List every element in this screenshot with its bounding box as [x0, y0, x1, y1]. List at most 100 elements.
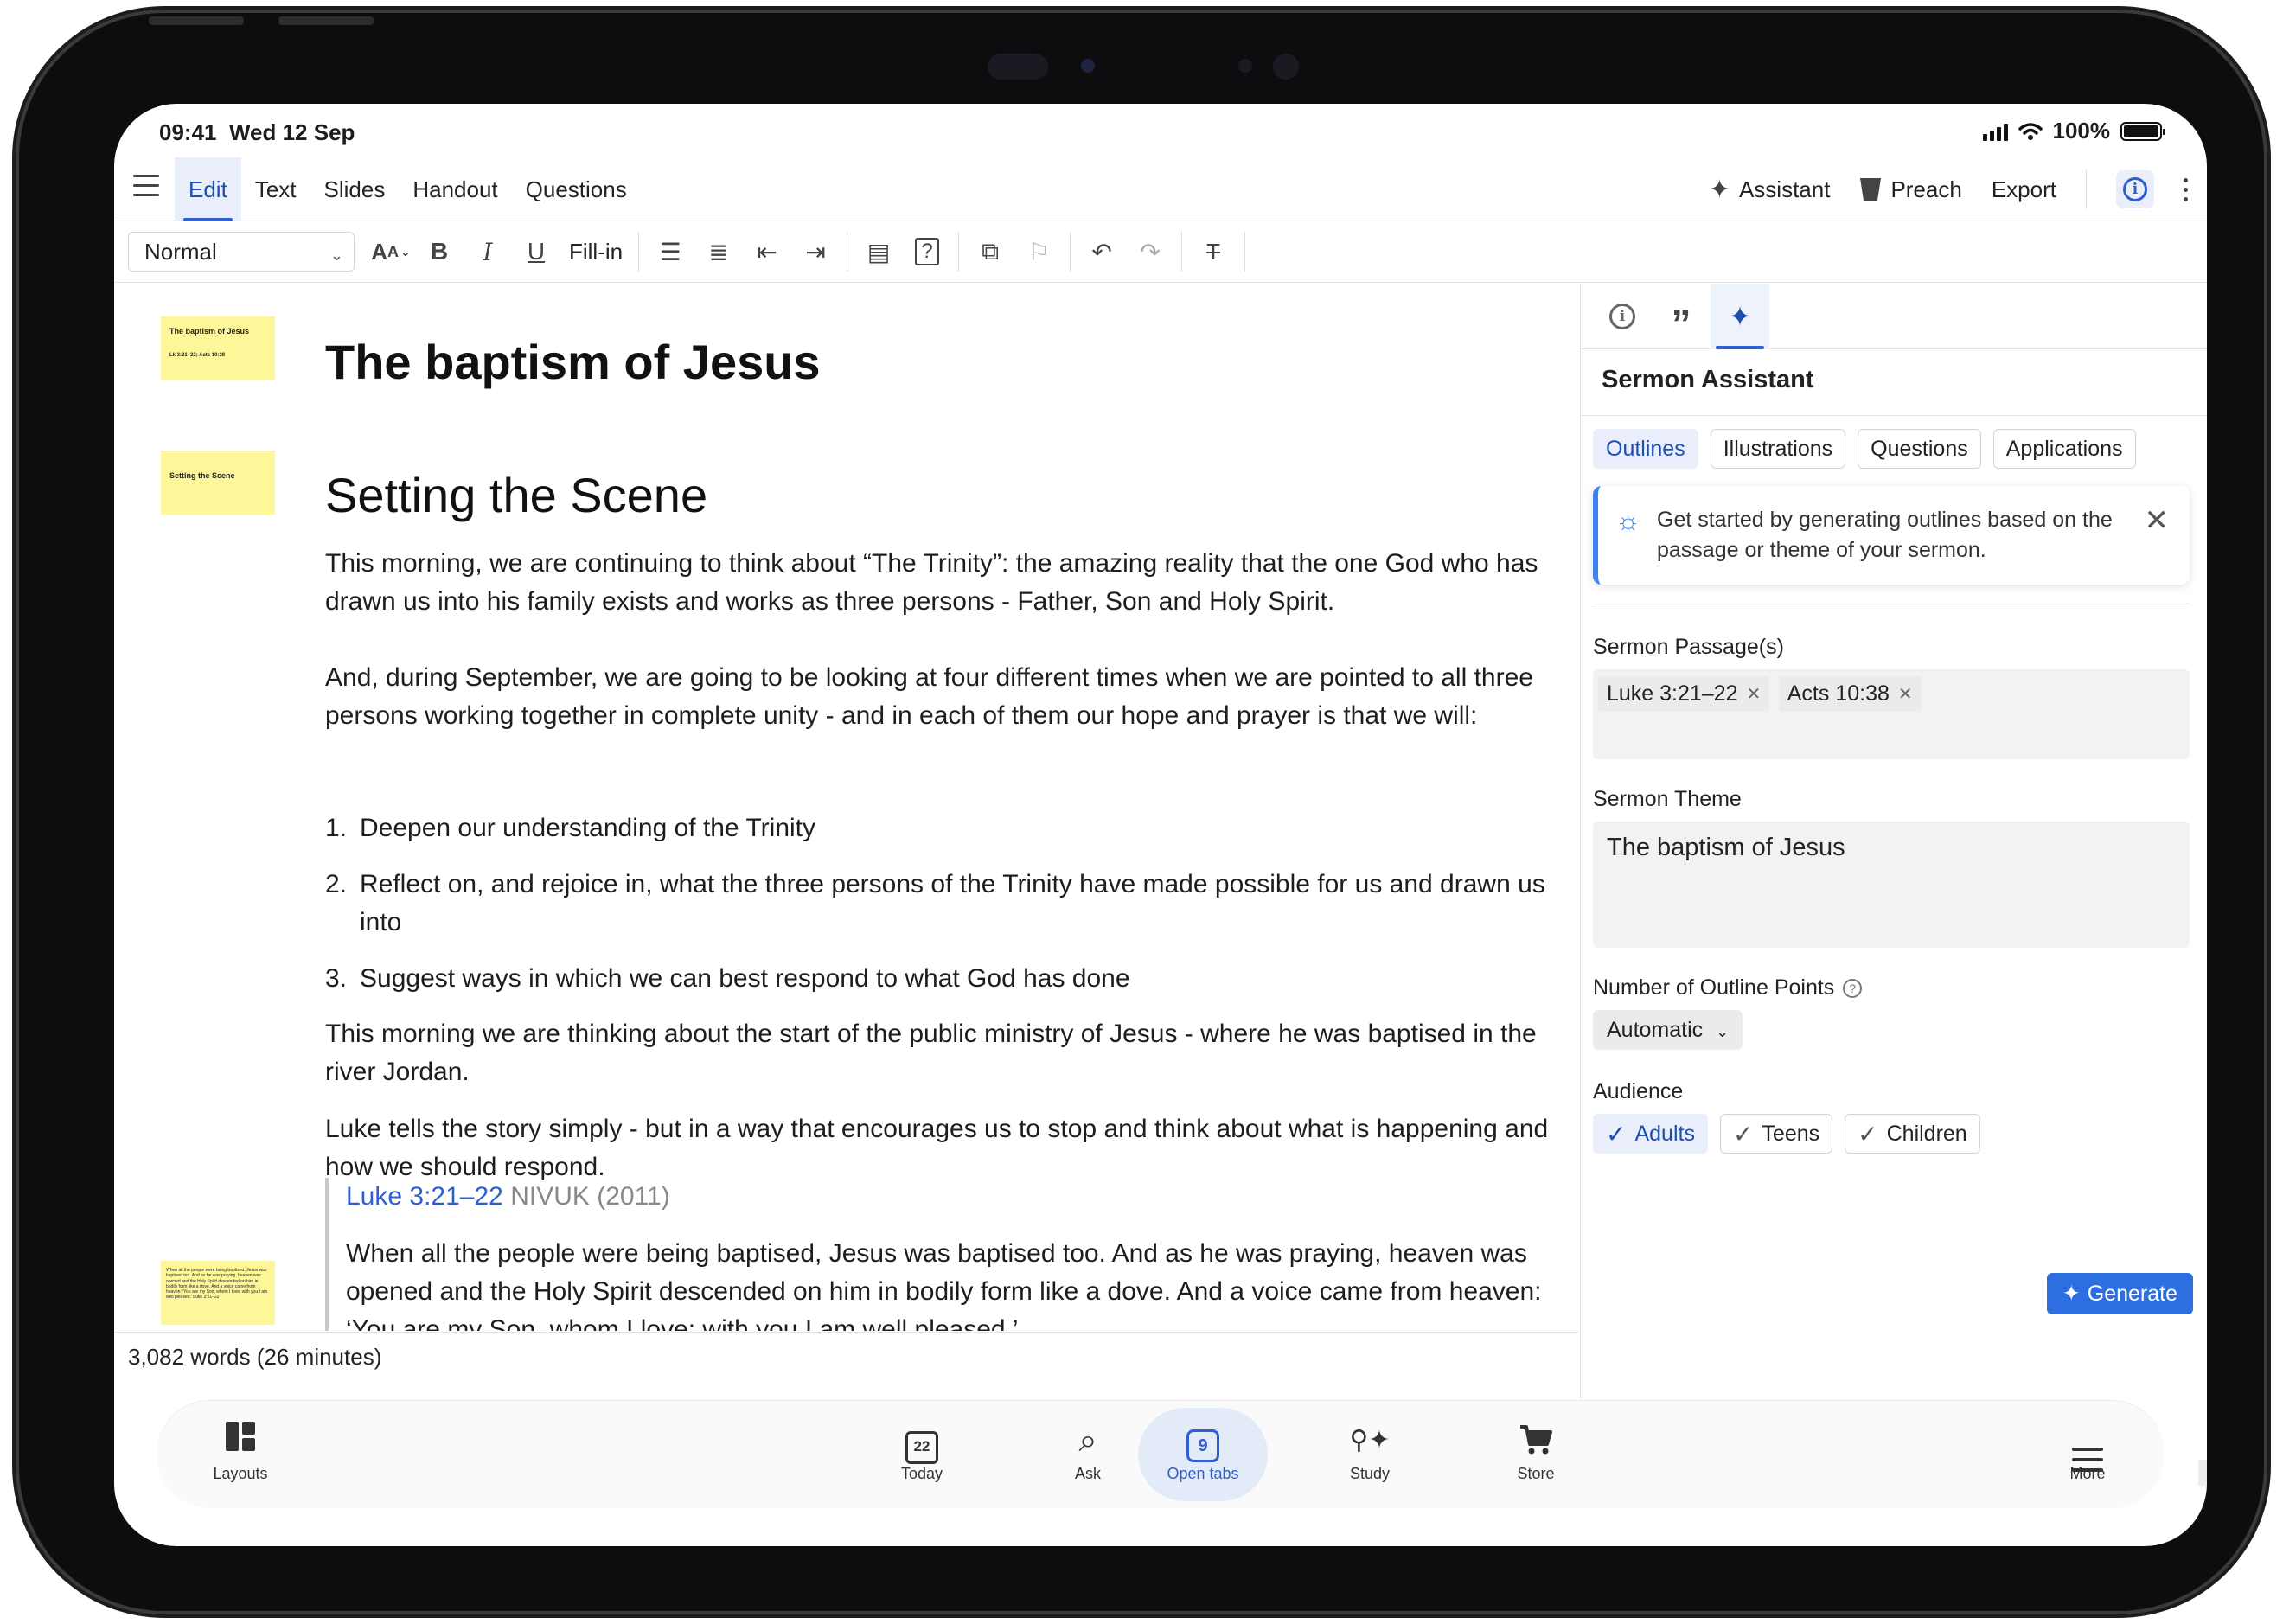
audience-teens[interactable]: ✓ Teens: [1719, 1114, 1833, 1154]
camera-bar: [988, 52, 1299, 81]
list-number: 2.: [325, 870, 348, 898]
editor-footer-divider: [114, 1332, 1579, 1333]
sparkle-icon: ✦: [2062, 1282, 2081, 1306]
panel-tab-assistant[interactable]: ✦: [1711, 284, 1769, 349]
outline-points-select[interactable]: Automatic ⌄: [1593, 1010, 1743, 1050]
layouts-icon: [189, 1422, 292, 1460]
indent-icon[interactable]: ⇥: [791, 232, 840, 272]
passage-link[interactable]: Luke 3:21–22: [346, 1182, 503, 1211]
font-size-icon[interactable]: A A ⌄: [367, 232, 415, 272]
remove-icon[interactable]: ✕: [1898, 683, 1913, 705]
tab-edit[interactable]: Edit: [175, 157, 241, 221]
assistant-button[interactable]: ✦ Assistant: [1709, 175, 1831, 205]
audience-label-text: Teens: [1762, 1121, 1820, 1146]
slide-thumbnail-title: The baptism of Jesus: [169, 327, 250, 336]
tab-text[interactable]: Text: [241, 157, 310, 221]
tip-text: Get started by generating outlines based…: [1657, 508, 2113, 562]
status-right: 100%: [1982, 118, 2165, 144]
underline-icon[interactable]: U: [512, 232, 560, 272]
scripture-block: Luke 3:21–22 NIVUK (2011) When all the p…: [325, 1178, 1553, 1331]
date: Wed 12 Sep: [228, 119, 355, 145]
slide-thumbnail[interactable]: The baptism of Jesus Lk 3:21–22; Acts 10…: [161, 316, 275, 380]
passage-tag: Luke 3:21–22 ✕: [1598, 676, 1770, 712]
fill-in-button[interactable]: Fill-in: [560, 232, 631, 272]
chip-questions[interactable]: Questions: [1858, 429, 1981, 469]
calendar-day: 22: [905, 1431, 938, 1464]
audience-label-text: Children: [1886, 1121, 1967, 1146]
export-button[interactable]: Export: [1992, 176, 2056, 203]
list-number: 1.: [325, 814, 348, 842]
bible-version: NIVUK (2011): [510, 1182, 670, 1211]
sparkle-icon: ✦: [1728, 301, 1752, 332]
preach-button[interactable]: Preach: [1859, 176, 1962, 203]
tab-label: More: [2069, 1465, 2106, 1482]
panel-tab-quotes[interactable]: ”: [1652, 284, 1711, 349]
export-label: Export: [1991, 176, 2056, 202]
slide-thumbnail-text: When all the people were being baptised,…: [166, 1268, 268, 1301]
wifi-icon: [2018, 122, 2043, 140]
tab-label: Ask: [1074, 1465, 1101, 1482]
more-options-icon[interactable]: [2184, 177, 2188, 201]
panel-tab-info[interactable]: i: [1593, 284, 1652, 349]
audience-adults[interactable]: ✓ Adults: [1593, 1114, 1708, 1154]
italic-icon[interactable]: I: [464, 232, 512, 272]
close-icon[interactable]: ✕: [2145, 503, 2170, 538]
scrollbar[interactable]: [2198, 1460, 2207, 1486]
info-button[interactable]: i: [2116, 170, 2154, 208]
bullet-list-icon[interactable]: ☰: [646, 232, 694, 272]
paragraph: And, during September, we are going to b…: [325, 663, 1533, 730]
undo-icon[interactable]: ↶: [1078, 232, 1126, 272]
bold-icon[interactable]: B: [415, 232, 464, 272]
passages-field[interactable]: Luke 3:21–22 ✕ Acts 10:38 ✕: [1593, 669, 2190, 759]
tab-ask[interactable]: ⌕ Ask: [1036, 1422, 1140, 1483]
outdent-icon[interactable]: ⇤: [743, 232, 791, 272]
list-item: 2. Reflect on, and rejoice in, what the …: [325, 866, 1553, 942]
audience-children[interactable]: ✓ Children: [1845, 1114, 1980, 1154]
list-text: Reflect on, and rejoice in, what the thr…: [360, 870, 1545, 937]
remove-icon[interactable]: ✕: [1747, 683, 1762, 705]
tab-open-tabs[interactable]: 9 Open tabs: [1151, 1422, 1255, 1483]
slide-thumbnail[interactable]: Setting the Scene: [161, 451, 275, 515]
tab-today[interactable]: 22 Today: [870, 1422, 974, 1483]
list-text: Deepen our understanding of the Trinity: [360, 814, 816, 842]
help-icon[interactable]: ?: [1843, 979, 1863, 999]
paragraph: This morning we are thinking about the s…: [325, 1020, 1537, 1086]
open-tabs-count: 9: [1186, 1429, 1219, 1462]
tab-store[interactable]: Store: [1484, 1422, 1588, 1483]
calendar-icon: 22: [870, 1422, 974, 1464]
question-block-icon[interactable]: ?: [903, 232, 951, 272]
paragraph-style-select[interactable]: Normal ⌄: [128, 232, 355, 272]
tab-study[interactable]: ⚲✦ Study: [1318, 1422, 1422, 1483]
audience-label-text: Adults: [1634, 1121, 1695, 1146]
add-slide-icon[interactable]: ⧉: [966, 232, 1014, 272]
list-item: 1. Deepen our understanding of the Trini…: [325, 809, 1553, 847]
sparkle-icon: ✦: [1708, 175, 1730, 204]
format-toolbar: Normal ⌄ A A ⌄ B I U Fill-in ☰ ≣ ⇤ ⇥ ▤ ? ⧉…: [114, 222, 2207, 283]
generate-button[interactable]: ✦ Generate: [2046, 1273, 2193, 1314]
paragraph: Luke tells the story simply - but in a w…: [325, 1115, 1549, 1181]
clear-formatting-icon[interactable]: T: [1189, 232, 1237, 272]
theme-field[interactable]: The baptism of Jesus: [1593, 822, 2190, 948]
tab-more[interactable]: More: [2036, 1422, 2139, 1483]
tab-handout[interactable]: Handout: [399, 157, 511, 221]
chip-illustrations[interactable]: Illustrations: [1710, 429, 1846, 469]
tab-layouts[interactable]: Layouts: [189, 1422, 292, 1483]
quote-icon: ”: [1671, 301, 1691, 346]
numbered-list-icon[interactable]: ≣: [694, 232, 743, 272]
hamburger-icon[interactable]: [133, 175, 159, 199]
passage-block-icon[interactable]: ▤: [854, 232, 903, 272]
sermon-assistant-panel: i ” ✦ Sermon Assistant Outlines Illustra…: [1580, 284, 2207, 1486]
redo-icon[interactable]: ↷: [1126, 232, 1174, 272]
check-icon: ✓: [1606, 1120, 1627, 1148]
panel-tabs: i ” ✦: [1581, 284, 2207, 349]
outline-points-text: Number of Outline Points: [1593, 975, 1835, 1000]
document-editor[interactable]: The baptism of Jesus Lk 3:21–22; Acts 10…: [114, 284, 1579, 1331]
tab-slides[interactable]: Slides: [310, 157, 400, 221]
toolbar-divider: [638, 232, 640, 272]
bookmark-icon[interactable]: ⚐: [1014, 232, 1063, 272]
tab-questions[interactable]: Questions: [512, 157, 641, 221]
slide-thumbnail[interactable]: When all the people were being baptised,…: [161, 1261, 275, 1325]
chip-outlines[interactable]: Outlines: [1593, 429, 1698, 469]
chip-applications[interactable]: Applications: [1992, 429, 2136, 469]
open-tabs-icon: 9: [1151, 1422, 1255, 1462]
